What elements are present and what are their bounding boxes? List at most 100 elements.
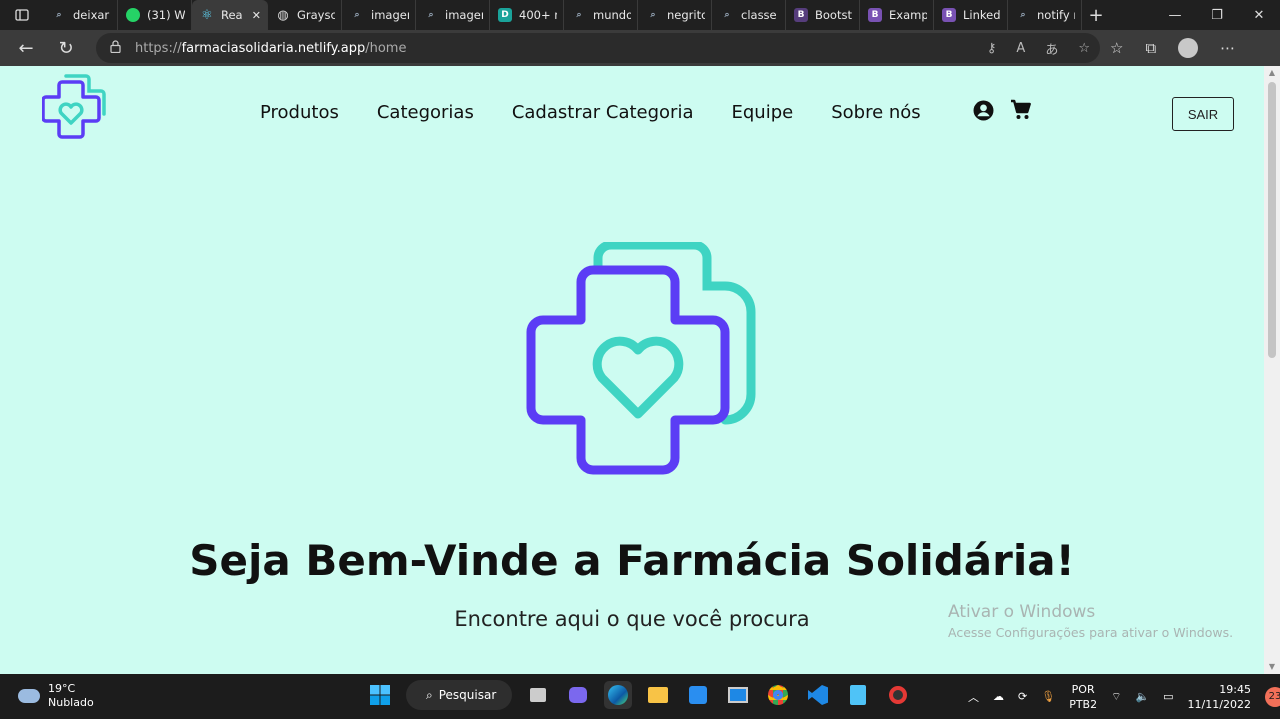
chevron-up-icon[interactable]: ︿ [968,689,979,705]
browser-tab[interactable]: D 400+ m [490,0,564,30]
app-icon[interactable] [724,681,752,709]
watermark-title: Ativar o Windows [948,602,1096,622]
onedrive-icon[interactable]: ☁ [993,690,1004,703]
keyboard-layout: PTB2 [1069,697,1098,711]
cloud-icon [18,689,40,703]
edge-icon[interactable] [604,681,632,709]
more-menu-icon[interactable]: ⋯ [1220,39,1235,57]
browser-tab[interactable]: B Linkedir [934,0,1008,30]
browser-tab[interactable]: B Bootstra [786,0,860,30]
nav-produtos[interactable]: Produtos [260,102,339,123]
watermark-subtitle: Acesse Configurações para ativar o Windo… [948,625,1234,640]
browser-tab-label: mundo [593,8,631,22]
browser-tab-label: notify n [1037,8,1075,22]
minimize-button[interactable]: — [1154,0,1196,30]
battery-icon[interactable]: ▭ [1163,690,1173,703]
search-icon: ⌕ [650,10,656,20]
logout-button[interactable]: SAIR [1172,97,1234,131]
close-window-button[interactable]: ✕ [1238,0,1280,30]
browser-tab[interactable]: ⌕ imagen [342,0,416,30]
scroll-down-arrow[interactable]: ▼ [1264,660,1280,674]
favorite-add-icon[interactable]: ☆ [1078,41,1090,56]
nav-categorias[interactable]: Categorias [377,102,474,123]
browser-tab-label: imagen [371,8,409,22]
browser-tab[interactable]: ⚛ Rea ✕ [192,0,268,30]
volume-icon[interactable]: 🔈 [1135,690,1149,703]
wifi-icon[interactable]: ⌔ [1111,690,1121,704]
taskbar-search[interactable]: ⌕ Pesquisar [406,680,512,710]
search-label: Pesquisar [438,688,497,702]
window-controls: — ❐ ✕ [1154,0,1280,30]
browser-tab-label: negrito [667,8,705,22]
browser-tab[interactable]: ⌕ classe d [712,0,786,30]
browser-tab[interactable]: ◍ Graysca [268,0,342,30]
browser-tab[interactable]: B Example [860,0,934,30]
collections-icon[interactable]: ⧉ [1145,39,1156,57]
address-toolbar: ← ↻ https:// farmaciasolidaria.netlify.a… [0,30,1280,66]
chat-icon[interactable] [564,681,592,709]
search-icon: ⌕ [426,687,433,702]
scroll-thumb[interactable] [1268,82,1276,358]
react-icon: ⚛ [201,7,213,23]
browser-tab-label: Linkedir [963,8,1001,22]
tab-strip: ⌕ deixar f (31) Wh ⚛ Rea ✕ ◍ Graysca ⌕ imagen ⌕ ima… [0,0,1280,30]
language-code: POR [1071,682,1095,696]
browser-tab-label: Graysca [297,8,335,22]
new-tab-button[interactable]: + [1082,5,1110,26]
tab-actions-icon[interactable] [0,0,44,30]
browser-tab[interactable]: ⌕ negrito [638,0,712,30]
web-page: Produtos Categorias Cadastrar Categoria … [0,66,1264,674]
weather-condition: Nublado [48,696,94,709]
user-account-icon[interactable] [973,100,994,125]
browser-tab-label: Bootstra [815,8,853,22]
chrome-icon[interactable] [764,681,792,709]
nav-cadastrar-categoria[interactable]: Cadastrar Categoria [512,102,694,123]
url-path: /home [365,40,407,56]
browser-tab[interactable]: ⌕ deixar f [44,0,118,30]
clock[interactable]: 19:45 11/11/2022 [1188,682,1251,712]
hero-title: Seja Bem-Vinde a Farmácia Solidária! [189,536,1075,585]
weather-widget[interactable]: 19°C Nublado [18,682,94,710]
restore-button[interactable]: ❐ [1196,0,1238,30]
address-bar[interactable]: https:// farmaciasolidaria.netlify.app /… [96,33,1100,63]
close-tab-icon[interactable]: ✕ [252,9,261,22]
sync-icon[interactable]: ⟳ [1018,690,1027,703]
site-logo[interactable] [41,74,112,146]
profile-avatar[interactable] [1178,38,1199,58]
browser-tab-label: imagen [445,8,483,22]
search-icon: ⌕ [724,10,730,20]
search-icon: ⌕ [354,10,360,20]
recorder-icon[interactable] [884,681,912,709]
url-host: farmaciasolidaria.netlify.app [181,40,366,56]
notification-badge[interactable]: 23 [1264,686,1280,707]
task-view-icon[interactable] [524,681,552,709]
temperature: 19°C [48,682,76,695]
scroll-up-arrow[interactable]: ▲ [1264,66,1280,80]
microphone-icon[interactable]: 🎙 [1041,690,1055,703]
globe-icon: ◍ [277,7,289,23]
windows-activation-watermark: Ativar o Windows Acesse Configurações pa… [948,602,1233,640]
translate-icon[interactable]: あ [1045,39,1058,58]
browser-tab[interactable]: ⌕ mundo [564,0,638,30]
browser-tab[interactable]: (31) Wh [118,0,192,30]
file-explorer-icon[interactable] [644,681,672,709]
vscode-icon[interactable] [804,681,832,709]
favorites-icon[interactable]: ☆ [1110,39,1123,57]
notepad-icon[interactable] [844,681,872,709]
back-button[interactable]: ← [6,30,46,66]
nav-equipe[interactable]: Equipe [731,102,793,123]
key-icon[interactable]: ⚷ [987,41,997,56]
nav-sobre-nos[interactable]: Sobre nós [831,102,920,123]
refresh-button[interactable]: ↻ [46,30,86,66]
browser-tab[interactable]: ⌕ imagen [416,0,490,30]
page-scrollbar[interactable]: ▲ ▼ [1264,66,1280,674]
url-scheme: https:// [135,40,182,56]
read-aloud-icon[interactable]: A [1016,41,1025,56]
hero-logo [520,240,756,480]
start-icon[interactable] [366,681,394,709]
browser-tab-label: 400+ m [519,8,557,22]
language-indicator[interactable]: POR PTB2 [1069,682,1097,712]
store-icon[interactable] [684,681,712,709]
browser-tab[interactable]: ⌕ notify n [1008,0,1082,30]
cart-icon[interactable] [1010,99,1032,125]
